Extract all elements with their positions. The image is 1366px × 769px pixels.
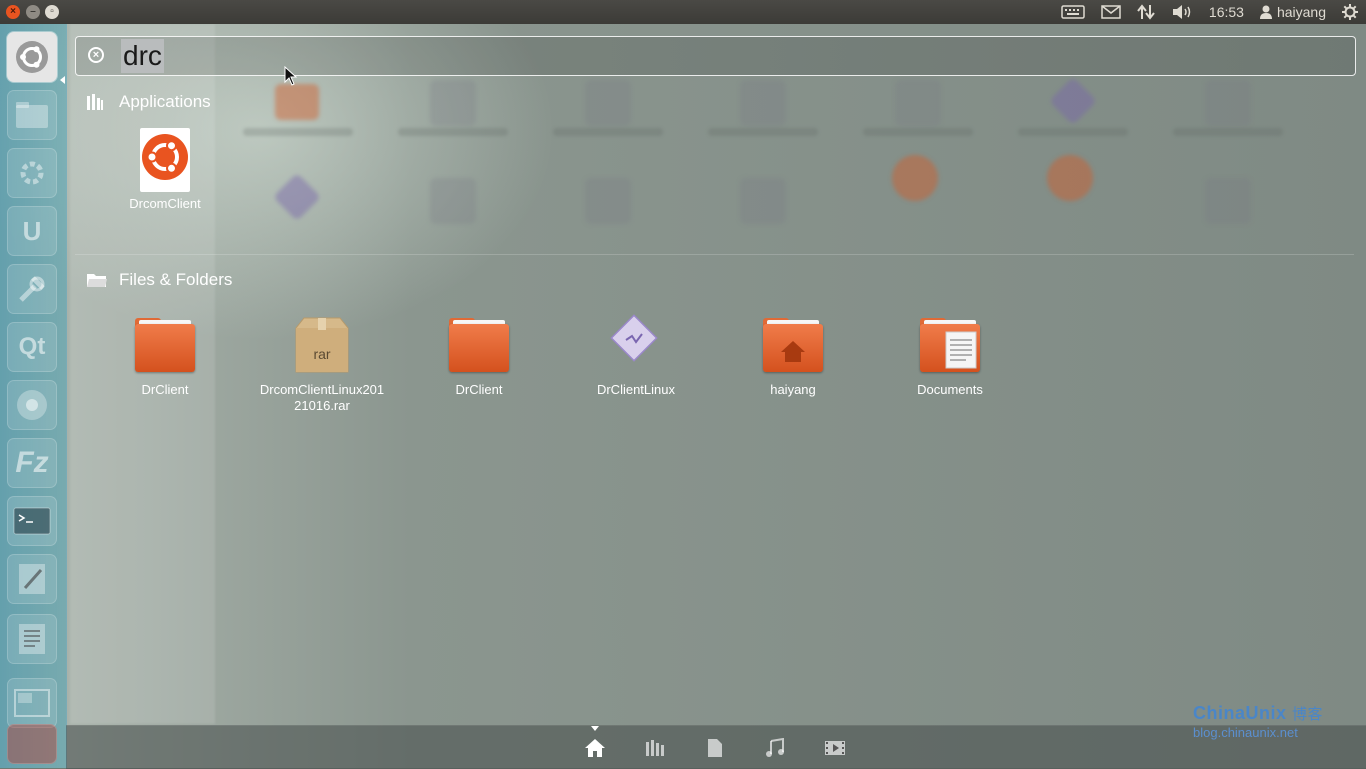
- background-icon: [895, 80, 941, 126]
- result-home-folder[interactable]: haiyang: [718, 314, 868, 398]
- launcher: U Qt Fz: [0, 24, 67, 768]
- qt-creator-icon[interactable]: Qt: [7, 322, 57, 372]
- window-maximize-button[interactable]: ▫: [45, 5, 59, 19]
- session-gear-icon[interactable]: [1342, 4, 1358, 20]
- result-documents-folder[interactable]: Documents: [875, 314, 1025, 398]
- ubuntu-dash-icon[interactable]: [7, 32, 57, 82]
- result-drclient-folder-2[interactable]: DrClient: [404, 314, 554, 398]
- chromium-icon[interactable]: [7, 380, 57, 430]
- applications-lens-icon[interactable]: [644, 737, 666, 759]
- background-icon: [1205, 178, 1251, 224]
- background-label: [553, 128, 663, 136]
- result-drclient-folder[interactable]: DrClient: [90, 314, 240, 398]
- clock[interactable]: 16:53: [1209, 4, 1244, 20]
- watermark-brand: ChinaUnix: [1193, 703, 1287, 723]
- document-viewer-icon[interactable]: [7, 614, 57, 664]
- result-drcomclient-app[interactable]: DrcomClient: [90, 128, 240, 212]
- result-label: DrcomClient: [129, 196, 201, 211]
- user-menu[interactable]: haiyang: [1259, 4, 1326, 20]
- result-label: DrClient: [455, 382, 503, 397]
- background-icon: [430, 178, 476, 224]
- watermark: ChinaUnix 博客 blog.chinaunix.net: [1193, 703, 1323, 740]
- ubuntu-app-icon: [140, 128, 190, 192]
- trash-icon[interactable]: [7, 724, 57, 764]
- system-settings-icon[interactable]: [7, 264, 57, 314]
- background-icon: [1047, 155, 1093, 201]
- window-close-button[interactable]: ×: [6, 5, 20, 19]
- active-lens-marker: [591, 726, 599, 731]
- background-icon: [275, 84, 319, 120]
- watermark-suffix: 博客: [1292, 706, 1324, 723]
- video-lens-icon[interactable]: [824, 737, 846, 759]
- search-input[interactable]: drc: [121, 39, 164, 73]
- network-icon[interactable]: [1137, 3, 1155, 21]
- window-minimize-button[interactable]: –: [26, 5, 40, 19]
- folder-icon: [133, 314, 197, 378]
- background-label: [398, 128, 508, 136]
- background-icon: [430, 80, 476, 126]
- applications-category-icon: [86, 92, 108, 112]
- home-folder-icon: [761, 314, 825, 378]
- executable-icon: [604, 314, 668, 378]
- volume-icon[interactable]: [1171, 4, 1193, 20]
- keyboard-icon[interactable]: [1061, 5, 1085, 19]
- folder-icon: [447, 314, 511, 378]
- text-editor-icon[interactable]: [7, 554, 57, 604]
- filezilla-icon[interactable]: Fz: [7, 438, 57, 488]
- indicator-area: 16:53 haiyang: [1053, 0, 1366, 24]
- background-label: [863, 128, 973, 136]
- files-category-header[interactable]: Files & Folders: [86, 270, 232, 290]
- background-icon: [892, 155, 938, 201]
- dash-search-bar[interactable]: × drc: [75, 36, 1356, 76]
- user-name: haiyang: [1276, 4, 1326, 20]
- result-label-line1: DrcomClientLinux201: [259, 382, 385, 397]
- home-lens-icon[interactable]: [584, 737, 606, 759]
- folder-category-icon: [86, 270, 108, 290]
- result-label-line2: 21016.rar: [294, 398, 350, 413]
- settings-icon[interactable]: [7, 148, 57, 198]
- ubuntu-one-icon[interactable]: U: [7, 206, 57, 256]
- result-label: haiyang: [770, 382, 816, 397]
- result-label: Documents: [917, 382, 983, 397]
- applications-category-header[interactable]: Applications: [86, 92, 211, 112]
- clear-search-icon[interactable]: ×: [88, 47, 104, 63]
- background-icon: [585, 80, 631, 126]
- top-panel: × – ▫ 16:53 haiyang: [0, 0, 1366, 24]
- background-icon: [740, 80, 786, 126]
- result-drclientlinux-executable[interactable]: DrClientLinux: [561, 314, 711, 398]
- user-icon: [1259, 5, 1272, 19]
- workspace-switcher-icon[interactable]: [7, 678, 57, 728]
- background-label: [1173, 128, 1283, 136]
- files-lens-icon[interactable]: [704, 737, 726, 759]
- applications-category-title: Applications: [119, 92, 211, 111]
- watermark-url: blog.chinaunix.net: [1193, 725, 1298, 740]
- background-icon: [585, 178, 631, 224]
- background-label: [708, 128, 818, 136]
- background-label: [1018, 128, 1128, 136]
- files-icon[interactable]: [7, 90, 57, 140]
- active-launcher-arrow: [60, 76, 65, 84]
- terminal-icon[interactable]: [7, 496, 57, 546]
- rar-archive-icon: rar: [290, 314, 354, 378]
- lens-bar: [66, 725, 1366, 769]
- files-category-title: Files & Folders: [119, 270, 233, 289]
- result-rar-archive[interactable]: rar DrcomClientLinux201 21016.rar: [247, 314, 397, 414]
- background-label: [243, 128, 353, 136]
- mail-icon[interactable]: [1101, 5, 1121, 19]
- background-icon: [740, 178, 786, 224]
- music-lens-icon[interactable]: [764, 737, 786, 759]
- result-label: DrClientLinux: [596, 382, 676, 397]
- result-label: DrClient: [141, 382, 189, 397]
- background-icon: [1205, 80, 1251, 126]
- mouse-cursor-icon: [284, 66, 298, 86]
- documents-folder-icon: [918, 314, 982, 378]
- category-separator: [75, 254, 1354, 255]
